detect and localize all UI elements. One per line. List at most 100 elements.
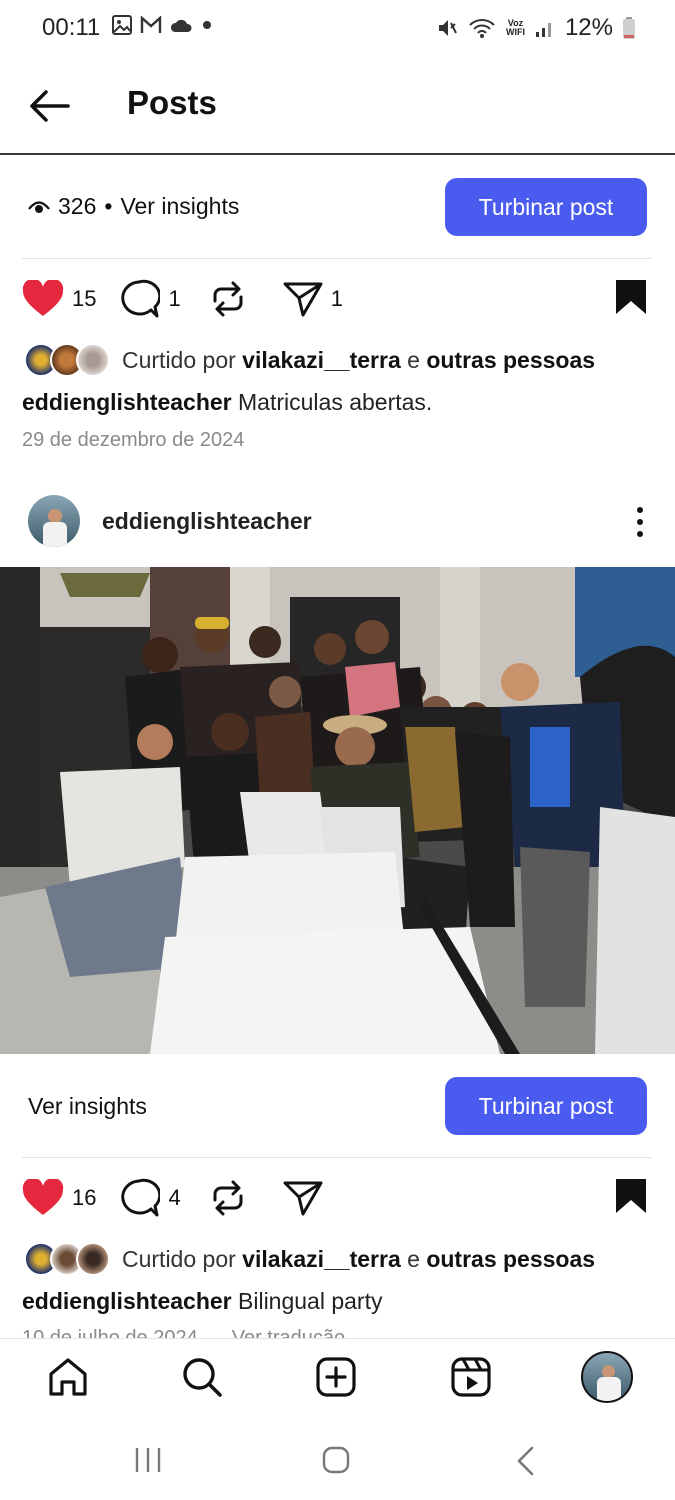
divider	[22, 258, 652, 259]
liked-by-and: e	[407, 1245, 420, 1272]
caption-username[interactable]: eddienglishteacher	[22, 389, 232, 415]
post1-caption: eddienglishteacher Matriculas abertas.	[22, 389, 432, 416]
signal-icon	[535, 23, 551, 37]
liked-by-others[interactable]: outras pessoas	[426, 347, 595, 374]
bookmark-filled-icon	[616, 1178, 646, 1213]
post1-views-count: 326	[58, 193, 97, 219]
post1-like-count: 15	[72, 286, 97, 311]
battery-icon	[623, 17, 635, 39]
back-system-button[interactable]	[514, 1446, 538, 1481]
post2-actions-row: 16 4	[22, 1176, 652, 1220]
reels-icon	[451, 1357, 491, 1397]
liked-by-prefix: Curtido por	[122, 1245, 236, 1272]
avatar	[76, 343, 110, 377]
post2-more-button[interactable]	[635, 506, 645, 543]
post1-repost-button[interactable]	[209, 279, 247, 319]
avatar	[76, 1242, 110, 1276]
post2-insights-link[interactable]: Ver insights	[28, 1093, 147, 1120]
caption-text: Bilingual party	[238, 1288, 383, 1314]
post1-date: 29 de dezembro de 2024	[22, 429, 245, 451]
voz-wifi-label: Voz WIFI	[506, 19, 525, 37]
home-circle-icon	[322, 1446, 350, 1474]
post1-actions-row: 15 1 1	[22, 277, 652, 321]
gallery-icon	[112, 15, 132, 35]
chevron-left-icon	[517, 1446, 534, 1476]
gmail-icon	[140, 16, 162, 33]
system-nav-bar	[0, 1420, 675, 1500]
recent-apps-icon	[135, 1448, 161, 1472]
repost-icon	[213, 1180, 243, 1216]
separator-dot: •	[104, 193, 113, 219]
liked-by-and: e	[407, 346, 420, 373]
post1-insights-link[interactable]: Ver insights	[120, 193, 239, 220]
post1-save-button[interactable]	[614, 278, 648, 321]
arrow-left-icon	[30, 90, 70, 122]
wifi-label: WIFI	[505, 27, 525, 37]
post1-boost-button[interactable]: Turbinar post	[445, 178, 647, 236]
post1-liked-by[interactable]: Curtido por vilakazi__terra e outras pes…	[24, 343, 595, 377]
nav-search[interactable]	[180, 1355, 224, 1399]
caption-text: Matriculas abertas.	[238, 389, 433, 415]
post1-share-count: 1	[330, 286, 343, 311]
create-icon	[316, 1357, 356, 1397]
post2-photo[interactable]	[0, 567, 675, 1054]
send-icon	[283, 282, 323, 317]
post2-comment-button[interactable]: 4	[118, 1178, 181, 1218]
bookmark-filled-icon	[616, 279, 646, 314]
comment-icon	[121, 1178, 161, 1217]
liked-by-user[interactable]: vilakazi__terra	[242, 1246, 401, 1273]
post1-comment-count: 1	[168, 286, 181, 311]
author-avatar[interactable]	[28, 495, 80, 547]
post2-share-button[interactable]	[283, 1179, 323, 1217]
post1-comment-button[interactable]: 1	[118, 279, 181, 319]
post2-liked-by[interactable]: Curtido por vilakazi__terra e outras pes…	[24, 1242, 595, 1276]
post2-repost-button[interactable]	[209, 1178, 247, 1218]
liked-by-prefix: Curtido por	[122, 346, 236, 373]
comment-icon	[121, 279, 161, 318]
post2-like-count: 16	[72, 1185, 97, 1210]
caption-username[interactable]: eddienglishteacher	[22, 1288, 232, 1314]
post2-translate-link[interactable]: Ver tradução	[232, 1327, 345, 1338]
group-photo-image	[0, 567, 675, 1054]
post2-insights-row[interactable]: Ver insights	[28, 1093, 147, 1120]
dot-icon	[203, 21, 211, 29]
nav-home[interactable]	[46, 1355, 90, 1399]
more-vertical-icon	[637, 507, 643, 537]
page-title: Posts	[127, 84, 217, 121]
post2-date-row-clipped: 10 de julho de 2024 Ver tradução	[22, 1327, 345, 1338]
post2-save-button[interactable]	[614, 1177, 648, 1220]
back-button[interactable]	[28, 88, 70, 129]
liker-avatars	[24, 343, 110, 377]
eye-icon	[28, 200, 50, 213]
post2-boost-button[interactable]: Turbinar post	[445, 1077, 647, 1135]
cloud-icon	[170, 19, 192, 32]
liked-by-others[interactable]: outras pessoas	[426, 1246, 595, 1273]
post2-like-button[interactable]: 16	[22, 1179, 96, 1217]
post2-comment-count: 4	[168, 1185, 181, 1210]
mute-icon	[438, 20, 457, 36]
post2-header: eddienglishteacher	[28, 495, 312, 547]
status-right-group: Voz WIFI 12%	[436, 14, 635, 42]
nav-profile[interactable]	[581, 1351, 633, 1403]
post1-insights-row[interactable]: 326 • Ver insights	[28, 193, 239, 220]
post1-like-button[interactable]: 15	[22, 280, 96, 318]
wifi-icon	[469, 19, 495, 38]
divider	[22, 1157, 652, 1158]
home-system-button[interactable]	[322, 1446, 350, 1479]
heart-filled-icon	[22, 1179, 64, 1215]
battery-percent: 12%	[564, 14, 613, 41]
post2-author-name[interactable]: eddienglishteacher	[102, 508, 312, 535]
liked-by-user[interactable]: vilakazi__terra	[242, 347, 401, 374]
status-time: 00:11	[42, 14, 101, 41]
post1-share-button[interactable]: 1	[283, 280, 343, 318]
repost-icon	[213, 281, 243, 317]
heart-filled-icon	[22, 280, 64, 316]
nav-create[interactable]	[314, 1355, 358, 1399]
send-icon	[283, 1181, 323, 1216]
home-icon	[49, 1358, 87, 1396]
recent-apps-button[interactable]	[134, 1446, 162, 1479]
profile-avatar	[583, 1353, 631, 1401]
header-divider	[0, 153, 675, 155]
search-icon	[183, 1358, 222, 1397]
nav-reels[interactable]	[449, 1355, 493, 1399]
